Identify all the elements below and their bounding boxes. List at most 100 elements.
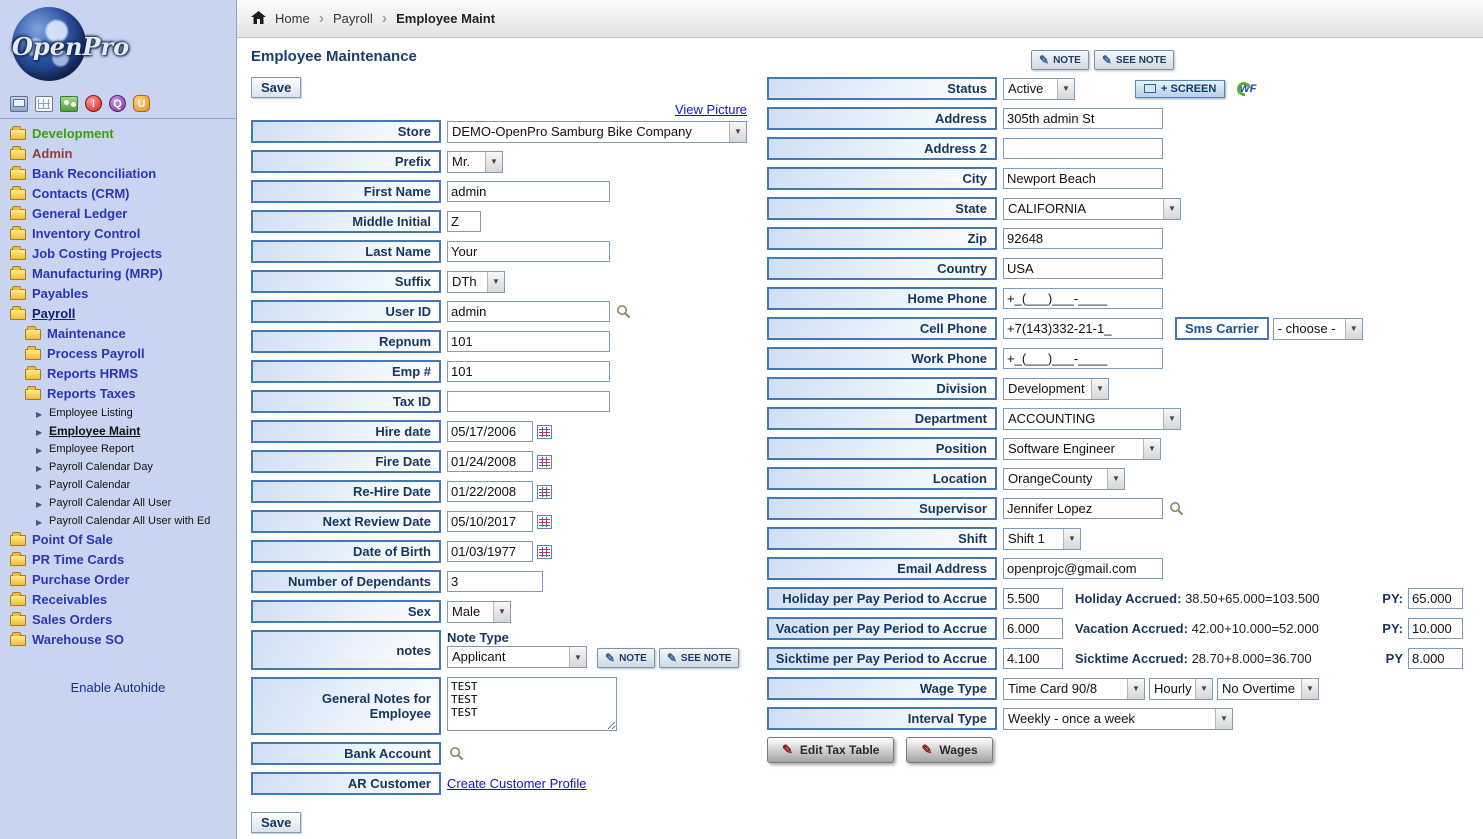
cell-phone-input[interactable] [1003,318,1163,339]
users-icon[interactable] [60,96,78,112]
address2-input[interactable] [1003,138,1163,159]
user-id-input[interactable] [447,301,610,322]
calendar-icon[interactable] [537,515,552,529]
sidebar-item-point-of-sale[interactable]: Point Of Sale [8,530,236,550]
sidebar-item-payroll-calendar-all-user[interactable]: Payroll Calendar All User [36,494,236,512]
sidebar-item-warehouse-so[interactable]: Warehouse SO [8,630,236,650]
create-customer-profile-link[interactable]: Create Customer Profile [447,776,586,791]
rehire-date-input[interactable] [447,481,533,502]
wages-button[interactable]: Wages [906,737,992,763]
sidebar-item-inventory-control[interactable]: Inventory Control [8,224,236,244]
sidebar-item-payroll[interactable]: Payroll [8,304,236,324]
first-name-input[interactable] [447,181,610,202]
save-button-bottom[interactable]: Save [251,812,301,833]
dependants-input[interactable] [447,571,543,592]
work-phone-input[interactable] [1003,348,1163,369]
sidebar-item-sales-orders[interactable]: Sales Orders [8,610,236,630]
sms-carrier-button[interactable]: Sms Carrier [1175,317,1269,340]
interval-type-select[interactable]: Weekly - once a week [1003,708,1233,730]
breadcrumb-payroll[interactable]: Payroll [333,11,373,26]
calendar-icon[interactable] [537,545,552,559]
breadcrumb-home[interactable]: Home [275,11,310,26]
position-select[interactable]: Software Engineer [1003,438,1161,460]
sidebar-item-employee-listing[interactable]: Employee Listing [36,404,236,422]
sidebar-item-payroll-calendar[interactable]: Payroll Calendar [36,476,236,494]
sidebar-item-maintenance[interactable]: Maintenance [23,324,236,344]
calculator-icon[interactable] [35,96,53,112]
pay-basis-select[interactable]: Hourly [1149,678,1213,700]
status-select[interactable]: Active [1003,78,1075,100]
state-select[interactable]: CALIFORNIA [1003,198,1181,220]
general-notes-textarea[interactable]: TEST TEST TEST [447,677,617,731]
search-icon[interactable] [1169,501,1184,516]
sidebar-item-job-costing-projects[interactable]: Job Costing Projects [8,244,236,264]
overtime-select[interactable]: No Overtime [1217,678,1319,700]
sidebar-item-process-payroll[interactable]: Process Payroll [23,344,236,364]
notes-see-note-button[interactable]: SEE NOTE [659,648,740,668]
calendar-icon[interactable] [537,485,552,499]
holiday-accrue-input[interactable] [1003,588,1063,609]
wage-type-select[interactable]: Time Card 90/8 [1003,678,1145,700]
q-badge-icon[interactable] [109,95,126,112]
note-button[interactable]: NOTE [1031,50,1089,70]
sidebar-item-reports-hrms[interactable]: Reports HRMS [23,364,236,384]
sidebar-item-payables[interactable]: Payables [8,284,236,304]
sidebar-item-receivables[interactable]: Receivables [8,590,236,610]
email-input[interactable] [1003,558,1163,579]
store-select[interactable]: DEMO-OpenPro Samburg Bike Company [447,121,747,143]
vacation-py-input[interactable] [1408,618,1463,639]
sidebar-item-employee-maint[interactable]: Employee Maint [36,422,236,440]
sidebar-item-bank-reconciliation[interactable]: Bank Reconciliation [8,164,236,184]
sidebar-item-development[interactable]: Development [8,124,236,144]
sicktime-accrue-input[interactable] [1003,648,1063,669]
sidebar-item-payroll-calendar-day[interactable]: Payroll Calendar Day [36,458,236,476]
fire-date-input[interactable] [447,451,533,472]
hire-date-input[interactable] [447,421,533,442]
prefix-select[interactable]: Mr. [447,151,503,173]
edit-tax-table-button[interactable]: Edit Tax Table [767,737,894,763]
next-review-date-input[interactable] [447,511,533,532]
sidebar-item-purchase-order[interactable]: Purchase Order [8,570,236,590]
sms-carrier-select[interactable]: - choose - [1273,318,1363,340]
note-type-select[interactable]: Applicant [447,646,587,668]
sidebar-item-general-ledger[interactable]: General Ledger [8,204,236,224]
zip-input[interactable] [1003,228,1163,249]
suffix-select[interactable]: DTh [447,271,505,293]
see-note-button[interactable]: SEE NOTE [1094,50,1175,70]
notes-note-button[interactable]: NOTE [597,648,655,668]
search-icon[interactable] [616,304,631,319]
workflow-icon[interactable]: WF [1237,82,1256,96]
info-icon[interactable] [85,95,102,112]
supervisor-input[interactable] [1003,498,1163,519]
enable-autohide-link[interactable]: Enable Autohide [0,680,236,695]
city-input[interactable] [1003,168,1163,189]
address-input[interactable] [1003,108,1163,129]
holiday-py-input[interactable] [1408,588,1463,609]
search-icon[interactable] [449,746,464,761]
home-phone-input[interactable] [1003,288,1163,309]
sidebar-item-pr-time-cards[interactable]: PR Time Cards [8,550,236,570]
view-picture-link[interactable]: View Picture [675,102,747,117]
u-badge-icon[interactable] [133,95,150,112]
home-icon[interactable] [251,11,266,24]
sidebar-item-manufacturing-mrp[interactable]: Manufacturing (MRP) [8,264,236,284]
sidebar-item-admin[interactable]: Admin [8,144,236,164]
repnum-input[interactable] [447,331,610,352]
sidebar-item-employee-report[interactable]: Employee Report [36,440,236,458]
shift-select[interactable]: Shift 1 [1003,528,1081,550]
calendar-icon[interactable] [537,425,552,439]
last-name-input[interactable] [447,241,610,262]
monitor-icon[interactable] [10,96,28,112]
date-of-birth-input[interactable] [447,541,533,562]
sidebar-item-contacts-crm[interactable]: Contacts (CRM) [8,184,236,204]
sidebar-item-payroll-calendar-all-user-with-ed[interactable]: Payroll Calendar All User with Ed [36,512,236,530]
department-select[interactable]: ACCOUNTING [1003,408,1181,430]
sidebar-item-reports-taxes[interactable]: Reports Taxes [23,384,236,404]
country-input[interactable] [1003,258,1163,279]
save-button-top[interactable]: Save [251,77,301,98]
sex-select[interactable]: Male [447,601,511,623]
location-select[interactable]: OrangeCounty [1003,468,1125,490]
emp-number-input[interactable] [447,361,610,382]
division-select[interactable]: Development [1003,378,1109,400]
middle-initial-input[interactable] [447,211,481,232]
